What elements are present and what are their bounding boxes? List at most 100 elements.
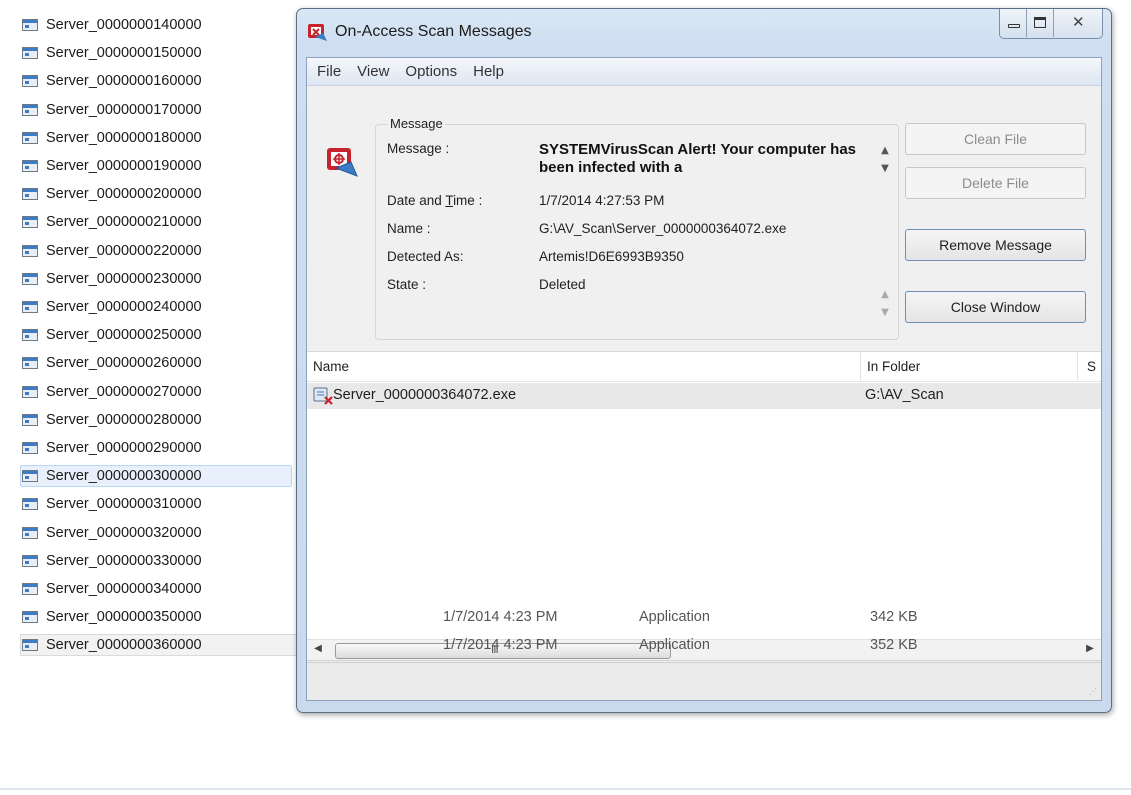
file-name: Server_0000000240000 xyxy=(46,299,202,315)
column-divider[interactable] xyxy=(860,352,861,382)
name-label: Name : xyxy=(387,221,431,236)
file-name: Server_0000000170000 xyxy=(46,102,202,118)
application-icon xyxy=(22,555,38,567)
close-button[interactable]: ✕ xyxy=(1054,9,1102,37)
menu-file[interactable]: File xyxy=(309,63,349,80)
file-name: Server_0000000180000 xyxy=(46,130,202,146)
application-icon xyxy=(22,611,38,623)
clean-file-button[interactable]: Clean File xyxy=(905,123,1086,155)
close-window-button[interactable]: Close Window xyxy=(905,291,1086,323)
status-bar: ⋰ xyxy=(307,662,1101,700)
delete-file-button[interactable]: Delete File xyxy=(905,167,1086,199)
titlebar[interactable]: On-Access Scan Messages ✕ xyxy=(297,9,1111,57)
column-header-name[interactable]: Name xyxy=(313,359,349,374)
scroll-up-icon[interactable]: ▲ xyxy=(875,286,895,304)
file-name: Server_0000000160000 xyxy=(46,73,202,89)
virus-alert-icon xyxy=(327,148,358,177)
application-icon xyxy=(22,160,38,172)
virusscan-shield-icon xyxy=(308,24,327,41)
message-label-text: Message : xyxy=(387,141,450,156)
file-name: Server_0000000350000 xyxy=(46,609,202,625)
file-name: Server_0000000210000 xyxy=(46,214,202,230)
application-icon xyxy=(22,132,38,144)
file-name: Server_0000000140000 xyxy=(46,17,202,33)
file-type: Application xyxy=(639,609,710,625)
list-header: Name In Folder S xyxy=(307,352,1101,382)
application-icon xyxy=(22,498,38,510)
file-type: Application xyxy=(639,637,710,653)
file-name: Server_0000000310000 xyxy=(46,496,202,512)
application-icon xyxy=(22,245,38,257)
file-name: Server_0000000220000 xyxy=(46,243,202,259)
application-icon xyxy=(22,47,38,59)
file-name: Server_0000000250000 xyxy=(46,327,202,343)
message-scroll[interactable]: ▲ ▼ xyxy=(875,142,895,178)
application-icon xyxy=(22,583,38,595)
file-name: Server_0000000330000 xyxy=(46,553,202,569)
application-icon xyxy=(22,414,38,426)
minimize-icon xyxy=(1008,24,1020,28)
column-header-in-folder[interactable]: In Folder xyxy=(867,359,920,374)
state-scroll[interactable]: ▲ ▼ xyxy=(875,286,895,322)
file-name: Server_0000000340000 xyxy=(46,581,202,597)
message-value: SYSTEMVirusScan Alert! Your computer has… xyxy=(539,141,857,176)
application-icon xyxy=(22,470,38,482)
resize-grip-icon[interactable]: ⋰ xyxy=(1089,687,1097,696)
column-header-size[interactable]: S xyxy=(1087,359,1096,374)
detections-list: Name In Folder S Server_0000000364072.ex… xyxy=(307,351,1101,639)
row-file-name: Server_0000000364072.exe xyxy=(333,387,517,403)
date-time-value: 1/7/2014 4:27:53 PM xyxy=(539,193,665,208)
window-title: On-Access Scan Messages xyxy=(335,23,532,40)
menu-view[interactable]: View xyxy=(349,63,397,80)
explorer-divider xyxy=(0,788,1131,790)
scroll-left-icon[interactable]: ◀ xyxy=(309,643,327,654)
file-name: Server_0000000150000 xyxy=(46,45,202,61)
name-value: G:\AV_Scan\Server_0000000364072.exe xyxy=(539,221,787,236)
list-row[interactable]: Server_0000000364072.exe G:\AV_Scan xyxy=(307,383,1101,409)
remove-message-button[interactable]: Remove Message xyxy=(905,229,1086,261)
scroll-right-icon[interactable]: ▶ xyxy=(1081,643,1099,654)
menu-options[interactable]: Options xyxy=(397,63,465,80)
date-time-label-prefix: Date and xyxy=(387,193,446,208)
scroll-down-icon[interactable]: ▼ xyxy=(875,304,895,322)
message-group-legend: Message xyxy=(388,116,445,131)
minimize-button[interactable] xyxy=(1000,9,1027,37)
column-divider[interactable] xyxy=(1077,352,1078,382)
application-icon xyxy=(22,104,38,116)
detected-as-label: Detected As: xyxy=(387,249,464,264)
file-name: Server_0000000290000 xyxy=(46,440,202,456)
application-icon xyxy=(22,273,38,285)
application-icon xyxy=(22,188,38,200)
menu-help[interactable]: Help xyxy=(465,63,512,80)
application-icon xyxy=(22,639,38,651)
maximize-icon xyxy=(1034,17,1046,28)
application-icon xyxy=(22,527,38,539)
on-access-scan-dialog: On-Access Scan Messages ✕ File View Opti… xyxy=(296,8,1112,713)
file-name: Server_0000000260000 xyxy=(46,355,202,371)
file-name: Server_0000000230000 xyxy=(46,271,202,287)
dialog-client-area: File View Options Help Message Message :… xyxy=(306,57,1102,701)
file-date: 1/7/2014 4:23 PM xyxy=(443,637,558,653)
date-time-label: Date and Time : xyxy=(387,193,482,208)
maximize-button[interactable] xyxy=(1027,9,1054,37)
state-value: Deleted xyxy=(539,277,586,292)
row-folder: G:\AV_Scan xyxy=(865,387,944,403)
file-size: 342 KB xyxy=(870,609,918,625)
close-icon: ✕ xyxy=(1072,13,1085,31)
file-name: Server_0000000300000 xyxy=(46,468,202,484)
application-icon xyxy=(22,75,38,87)
date-time-label-accel: T xyxy=(445,193,454,208)
file-name: Server_0000000190000 xyxy=(46,158,202,174)
state-label: State : xyxy=(387,277,427,292)
file-name: Server_0000000360000 xyxy=(46,637,202,653)
application-icon xyxy=(22,357,38,369)
application-icon xyxy=(22,19,38,31)
file-name: Server_0000000320000 xyxy=(46,525,202,541)
scroll-up-icon[interactable]: ▲ xyxy=(875,142,895,160)
scroll-down-icon[interactable]: ▼ xyxy=(875,160,895,178)
application-icon xyxy=(22,329,38,341)
message-label: Message : xyxy=(387,141,449,156)
file-name: Server_0000000270000 xyxy=(46,384,202,400)
application-icon xyxy=(22,386,38,398)
application-icon xyxy=(22,301,38,313)
